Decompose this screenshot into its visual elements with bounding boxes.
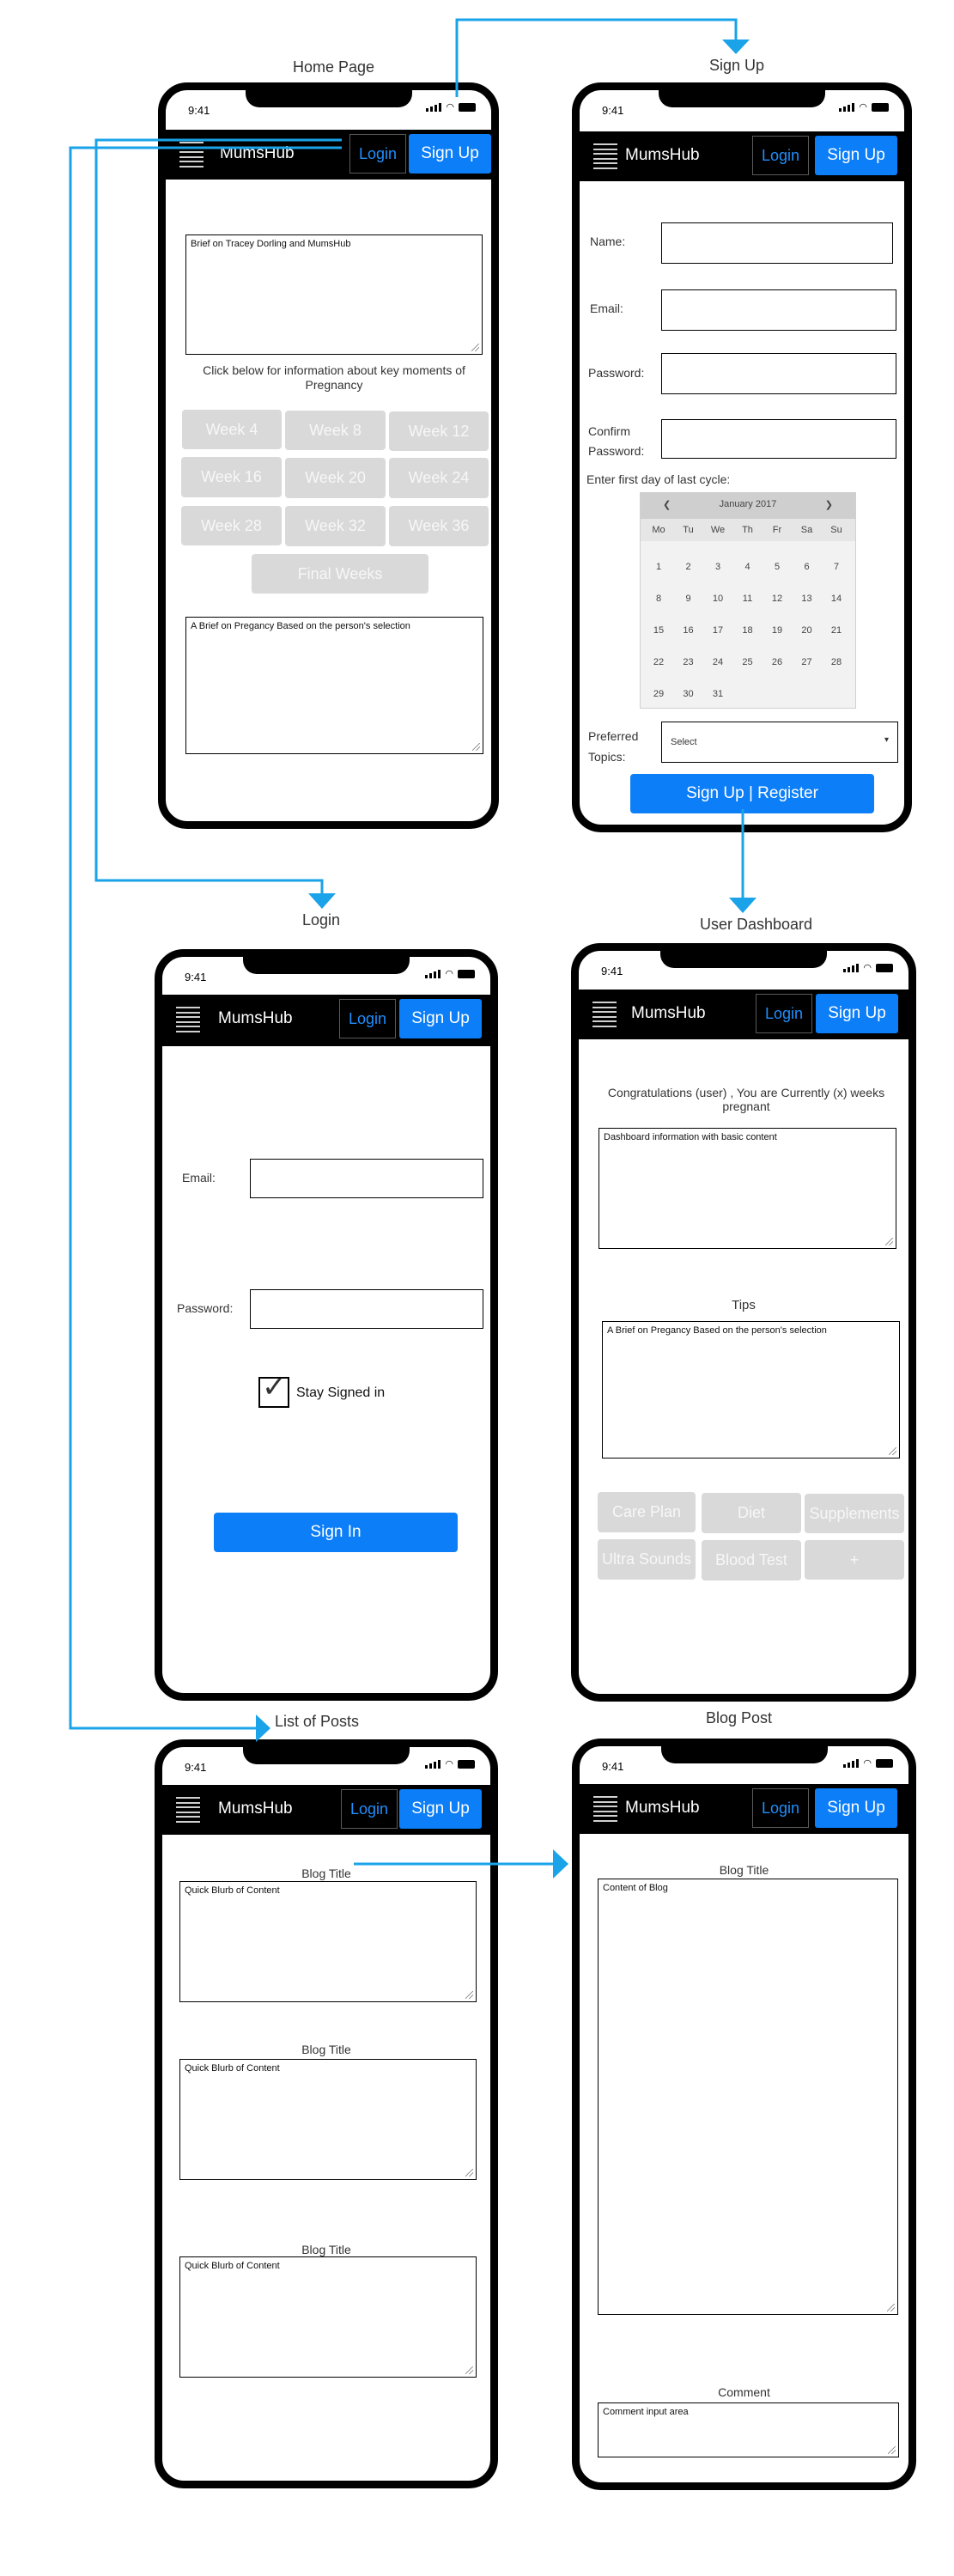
- arrowhead-login: [308, 893, 336, 909]
- arrowhead-signup: [722, 40, 750, 54]
- arrow-home-signup: [455, 18, 738, 97]
- arrowhead-posts: [256, 1714, 270, 1742]
- arrowhead-blog: [553, 1849, 568, 1879]
- arrow-home-login: [94, 138, 342, 893]
- arrow-home-posts: [69, 146, 342, 1730]
- navigation-arrows: [69, 18, 757, 1879]
- arrowhead-dashboard: [729, 898, 757, 913]
